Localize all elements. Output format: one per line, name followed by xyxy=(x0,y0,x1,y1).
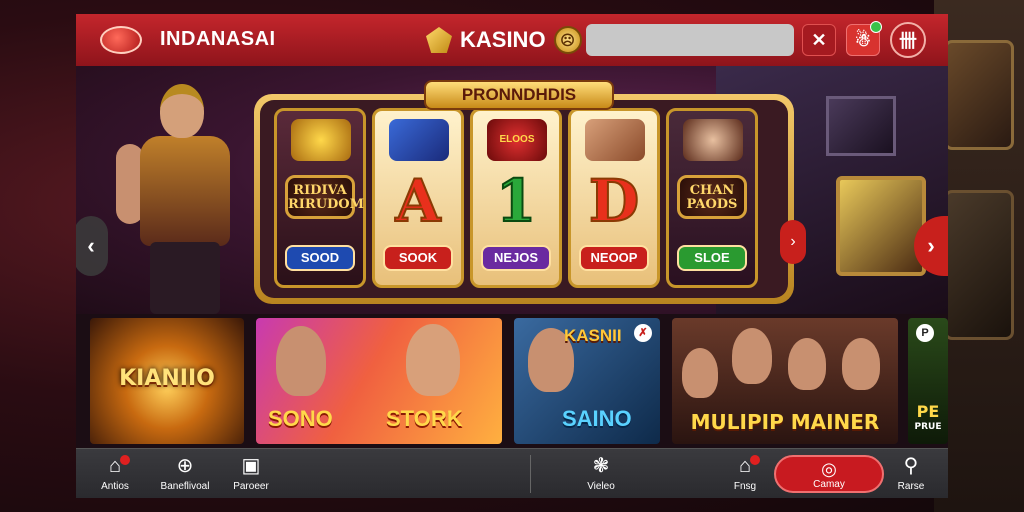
slot-next-arrow[interactable]: › xyxy=(780,220,806,264)
nav-item-partner[interactable]: ▣ Paroeer xyxy=(216,455,286,495)
slot-reels: RIDIVA RIRUDOM SOOD A SOOK ELOOS 1 NEJOS… xyxy=(260,100,788,298)
nav-label: Rarse xyxy=(897,481,925,492)
logo-icon[interactable] xyxy=(100,26,142,54)
nav-item-search[interactable]: ⚲ Rarse xyxy=(876,455,946,495)
game-tile-title: PE xyxy=(916,402,940,421)
top-bar: INDANASAI KASINO ☹ ✕ ☃ 卌 xyxy=(76,14,948,66)
nav-label: Baneflivoal xyxy=(160,481,210,492)
carousel-prev-button[interactable]: ‹ xyxy=(76,216,108,276)
character-icon xyxy=(683,119,743,161)
coin-icon: ☹ xyxy=(553,26,582,54)
arcade-machine-image xyxy=(836,176,926,276)
player-avatar xyxy=(406,324,460,396)
game-tile-title: KASNII xyxy=(564,326,622,345)
tile-badge: ✗ xyxy=(634,324,652,342)
nav-item-benefits[interactable]: ⊕ Baneflivoal xyxy=(150,455,220,495)
nav-label: Fnsg xyxy=(733,481,757,492)
nav-label: Vieleo xyxy=(587,481,615,492)
menu-button[interactable]: 卌 xyxy=(890,22,926,58)
gem-icon xyxy=(426,27,452,53)
game-tiles: KIANIIO SONO STORK KASNII SAINO ✗ MULIPI… xyxy=(76,314,948,448)
background-machine xyxy=(944,40,1014,150)
reel-2: A SOOK xyxy=(372,108,464,288)
slot-machine[interactable]: PRONNDHDIS RIDIVA RIRUDOM SOOD A SOOK EL… xyxy=(254,80,794,304)
bottom-nav: ⌂ Antios ⊕ Baneflivoal ▣ Paroeer ❃ Viele… xyxy=(76,448,948,498)
reel-symbol: A xyxy=(394,166,441,236)
reel-symbol: 1 xyxy=(495,166,537,236)
close-button[interactable]: ✕ xyxy=(802,24,836,56)
reel-5: CHAN PAODS SLOE xyxy=(666,108,758,288)
treasure-icon xyxy=(585,119,645,161)
slot-title: PRONNDHDIS xyxy=(424,80,614,110)
player-avatar xyxy=(788,338,826,390)
reel-4: D NEOOP xyxy=(568,108,660,288)
home-icon: ⌂ xyxy=(108,455,122,477)
nav-item-fnsg[interactable]: ⌂ Fnsg xyxy=(710,455,780,495)
game-tile-title: STORK xyxy=(386,406,463,431)
reel-button[interactable]: NEJOS xyxy=(481,245,551,271)
screen-icon: ▣ xyxy=(241,455,261,477)
player-avatar xyxy=(682,348,718,398)
user-icon: ☃ xyxy=(854,29,872,50)
camay-button[interactable]: ◎ Camay xyxy=(774,455,884,493)
game-tile-kasnii[interactable]: KASNII SAINO ✗ xyxy=(514,318,660,444)
reel-button[interactable]: NEOOP xyxy=(579,245,649,271)
game-tile-kianiio[interactable]: KIANIIO xyxy=(90,318,244,444)
home-icon: ⌂ xyxy=(738,455,752,477)
background-machine xyxy=(944,190,1014,340)
page-title: KASINO xyxy=(460,27,546,52)
reel-button[interactable]: SOOD xyxy=(285,245,355,271)
clock-icon: ◎ xyxy=(821,459,837,479)
online-status-dot xyxy=(870,21,882,33)
reel-word: RIDIVA RIRUDOM xyxy=(285,175,364,219)
nav-item-home[interactable]: ⌂ Antios xyxy=(80,455,150,495)
warrior-character-image xyxy=(116,84,256,314)
player-avatar xyxy=(732,328,772,384)
player-avatar xyxy=(276,326,326,396)
snowflake-icon: ❃ xyxy=(592,455,610,477)
brand-name: INDANASAI xyxy=(160,28,276,50)
reel-button[interactable]: SOOK xyxy=(383,245,453,271)
game-tile-partial[interactable]: P PE PRUE xyxy=(908,318,948,444)
game-tile-mulipip-mainer[interactable]: MULIPIP MAINER xyxy=(672,318,898,444)
hero-banner[interactable]: PRONNDHDIS RIDIVA RIRUDOM SOOD A SOOK EL… xyxy=(76,66,948,320)
reel-symbol: D xyxy=(588,166,640,236)
reel-3: ELOOS 1 NEJOS xyxy=(470,108,562,288)
reel-word: CHAN PAODS xyxy=(677,175,747,219)
game-tile-title: KIANIIO xyxy=(119,366,215,391)
arcade-screen-image xyxy=(826,96,896,156)
nav-label: Paroeer xyxy=(233,481,269,492)
target-icon: ⊕ xyxy=(176,455,194,477)
chips-icon xyxy=(389,119,449,161)
tile-badge: P xyxy=(916,324,934,342)
casino-app: INDANASAI KASINO ☹ ✕ ☃ 卌 PRONNDHDIS RIDI… xyxy=(76,14,948,498)
notification-dot xyxy=(120,455,130,465)
apple-icon: ELOOS xyxy=(487,119,547,161)
player-avatar xyxy=(842,338,880,390)
game-tile-title: SONO xyxy=(268,406,333,431)
notification-dot xyxy=(750,455,760,465)
game-tile-sono-stork[interactable]: SONO STORK xyxy=(256,318,502,444)
game-tile-title: MULIPIP MAINER xyxy=(690,410,880,434)
game-tile-subtitle: PRUE xyxy=(914,422,942,432)
profile-button[interactable]: ☃ xyxy=(846,21,882,56)
title-group: KASINO ☹ xyxy=(426,24,582,56)
reel-1: RIDIVA RIRUDOM SOOD xyxy=(274,108,366,288)
reel-button[interactable]: SLOE xyxy=(677,245,747,271)
search-input[interactable] xyxy=(586,24,794,56)
cta-label: Camay xyxy=(813,479,845,490)
nav-item-video[interactable]: ❃ Vieleo xyxy=(566,455,636,495)
nav-label: Antios xyxy=(101,481,129,492)
coins-icon xyxy=(291,119,351,161)
game-tile-subtitle: SAINO xyxy=(562,406,632,431)
search-icon: ⚲ xyxy=(903,455,919,477)
divider xyxy=(530,455,531,493)
